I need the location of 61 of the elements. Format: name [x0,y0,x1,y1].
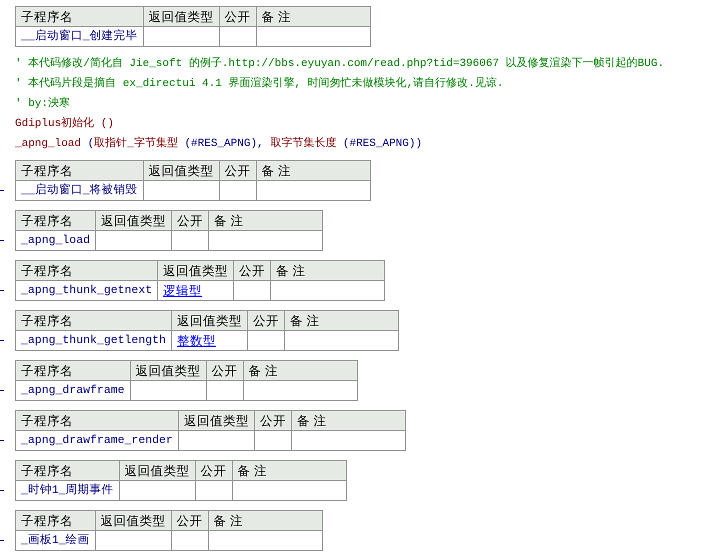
comment-line: ' by:泱寒 [15,96,70,112]
column-header: 公开 [172,210,209,230]
table-cell [171,530,208,550]
column-header: 备 注 [284,310,398,330]
column-header: 备 注 [243,360,358,380]
column-header: 返回值类型 [96,210,172,230]
table-cell [219,26,256,46]
column-header: 公开 [254,410,292,430]
column-header: 子程序名 [16,160,144,180]
column-header: 公开 [171,510,208,530]
column-header: 子程序名 [16,260,158,280]
table-cell [195,480,232,500]
column-header: 子程序名 [16,460,120,480]
subroutine-name: _apng_load [16,230,96,250]
column-header: 备 注 [208,210,323,230]
code-line: _apng_load (取指针_字节集型 (#RES_APNG), 取字节集长度 (#RES_APNG)) [15,136,422,152]
column-header: 子程序名 [16,310,172,330]
return-type-link[interactable]: 整数型 [171,330,248,350]
column-header: 返回值类型 [130,360,206,380]
table-cell [172,230,209,250]
column-header: 备 注 [232,460,346,480]
subroutine-name: _apng_thunk_getlength [16,330,172,350]
table-cell [254,430,292,450]
subroutine-name: _apng_thunk_getnext [16,280,158,300]
column-header: 返回值类型 [143,160,220,180]
table-cell [219,180,256,200]
column-header: 返回值类型 [158,260,234,280]
subroutine-name: _apng_drawframe_render [16,430,178,450]
column-header: 公开 [195,460,232,480]
comment-line: ' 本代码修改/简化自 Jie_soft 的例子.http://bbs.eyuyan.com/read.php?tid=396067 以及修复渲染下一帧引起的BUG. [15,56,664,72]
column-header: 公开 [219,6,256,26]
column-header: 返回值类型 [95,510,172,530]
subroutine-name: __启动窗口_将被销毁 [16,180,144,200]
column-header: 公开 [219,160,256,180]
column-header: 子程序名 [16,410,178,430]
column-header: 公开 [234,260,271,280]
comment-line: ' 本代码片段是摘自 ex_directui 4.1 界面渲染引擎, 时间匆忙未做模块化,请自行修改.见谅. [15,76,504,92]
table-cell [234,280,271,300]
column-header: 公开 [247,310,284,330]
subroutine-name: _画板1_绘画 [16,530,96,550]
column-header: 子程序名 [16,360,130,380]
column-header: 备 注 [256,6,370,26]
column-header: 公开 [206,360,244,380]
table-cell [206,380,244,400]
subroutine-name: _apng_drawframe [16,380,130,400]
return-type-link[interactable]: 逻辑型 [158,280,234,300]
subroutine-name: __启动窗口_创建完毕 [16,26,144,46]
column-header: 子程序名 [16,510,96,530]
table-cell [247,330,284,350]
column-header: 备 注 [291,410,406,430]
column-header: 返回值类型 [119,460,196,480]
column-header: 备 注 [270,260,385,280]
column-header: 返回值类型 [178,410,254,430]
subroutine-name: _时钟1_周期事件 [16,480,120,500]
column-header: 子程序名 [16,6,144,26]
column-header: 返回值类型 [171,310,248,330]
column-header: 备 注 [256,160,370,180]
column-header: 备 注 [208,510,322,530]
column-header: 返回值类型 [143,6,220,26]
code-line: Gdiplus初始化 () [15,116,114,132]
column-header: 子程序名 [16,210,96,230]
